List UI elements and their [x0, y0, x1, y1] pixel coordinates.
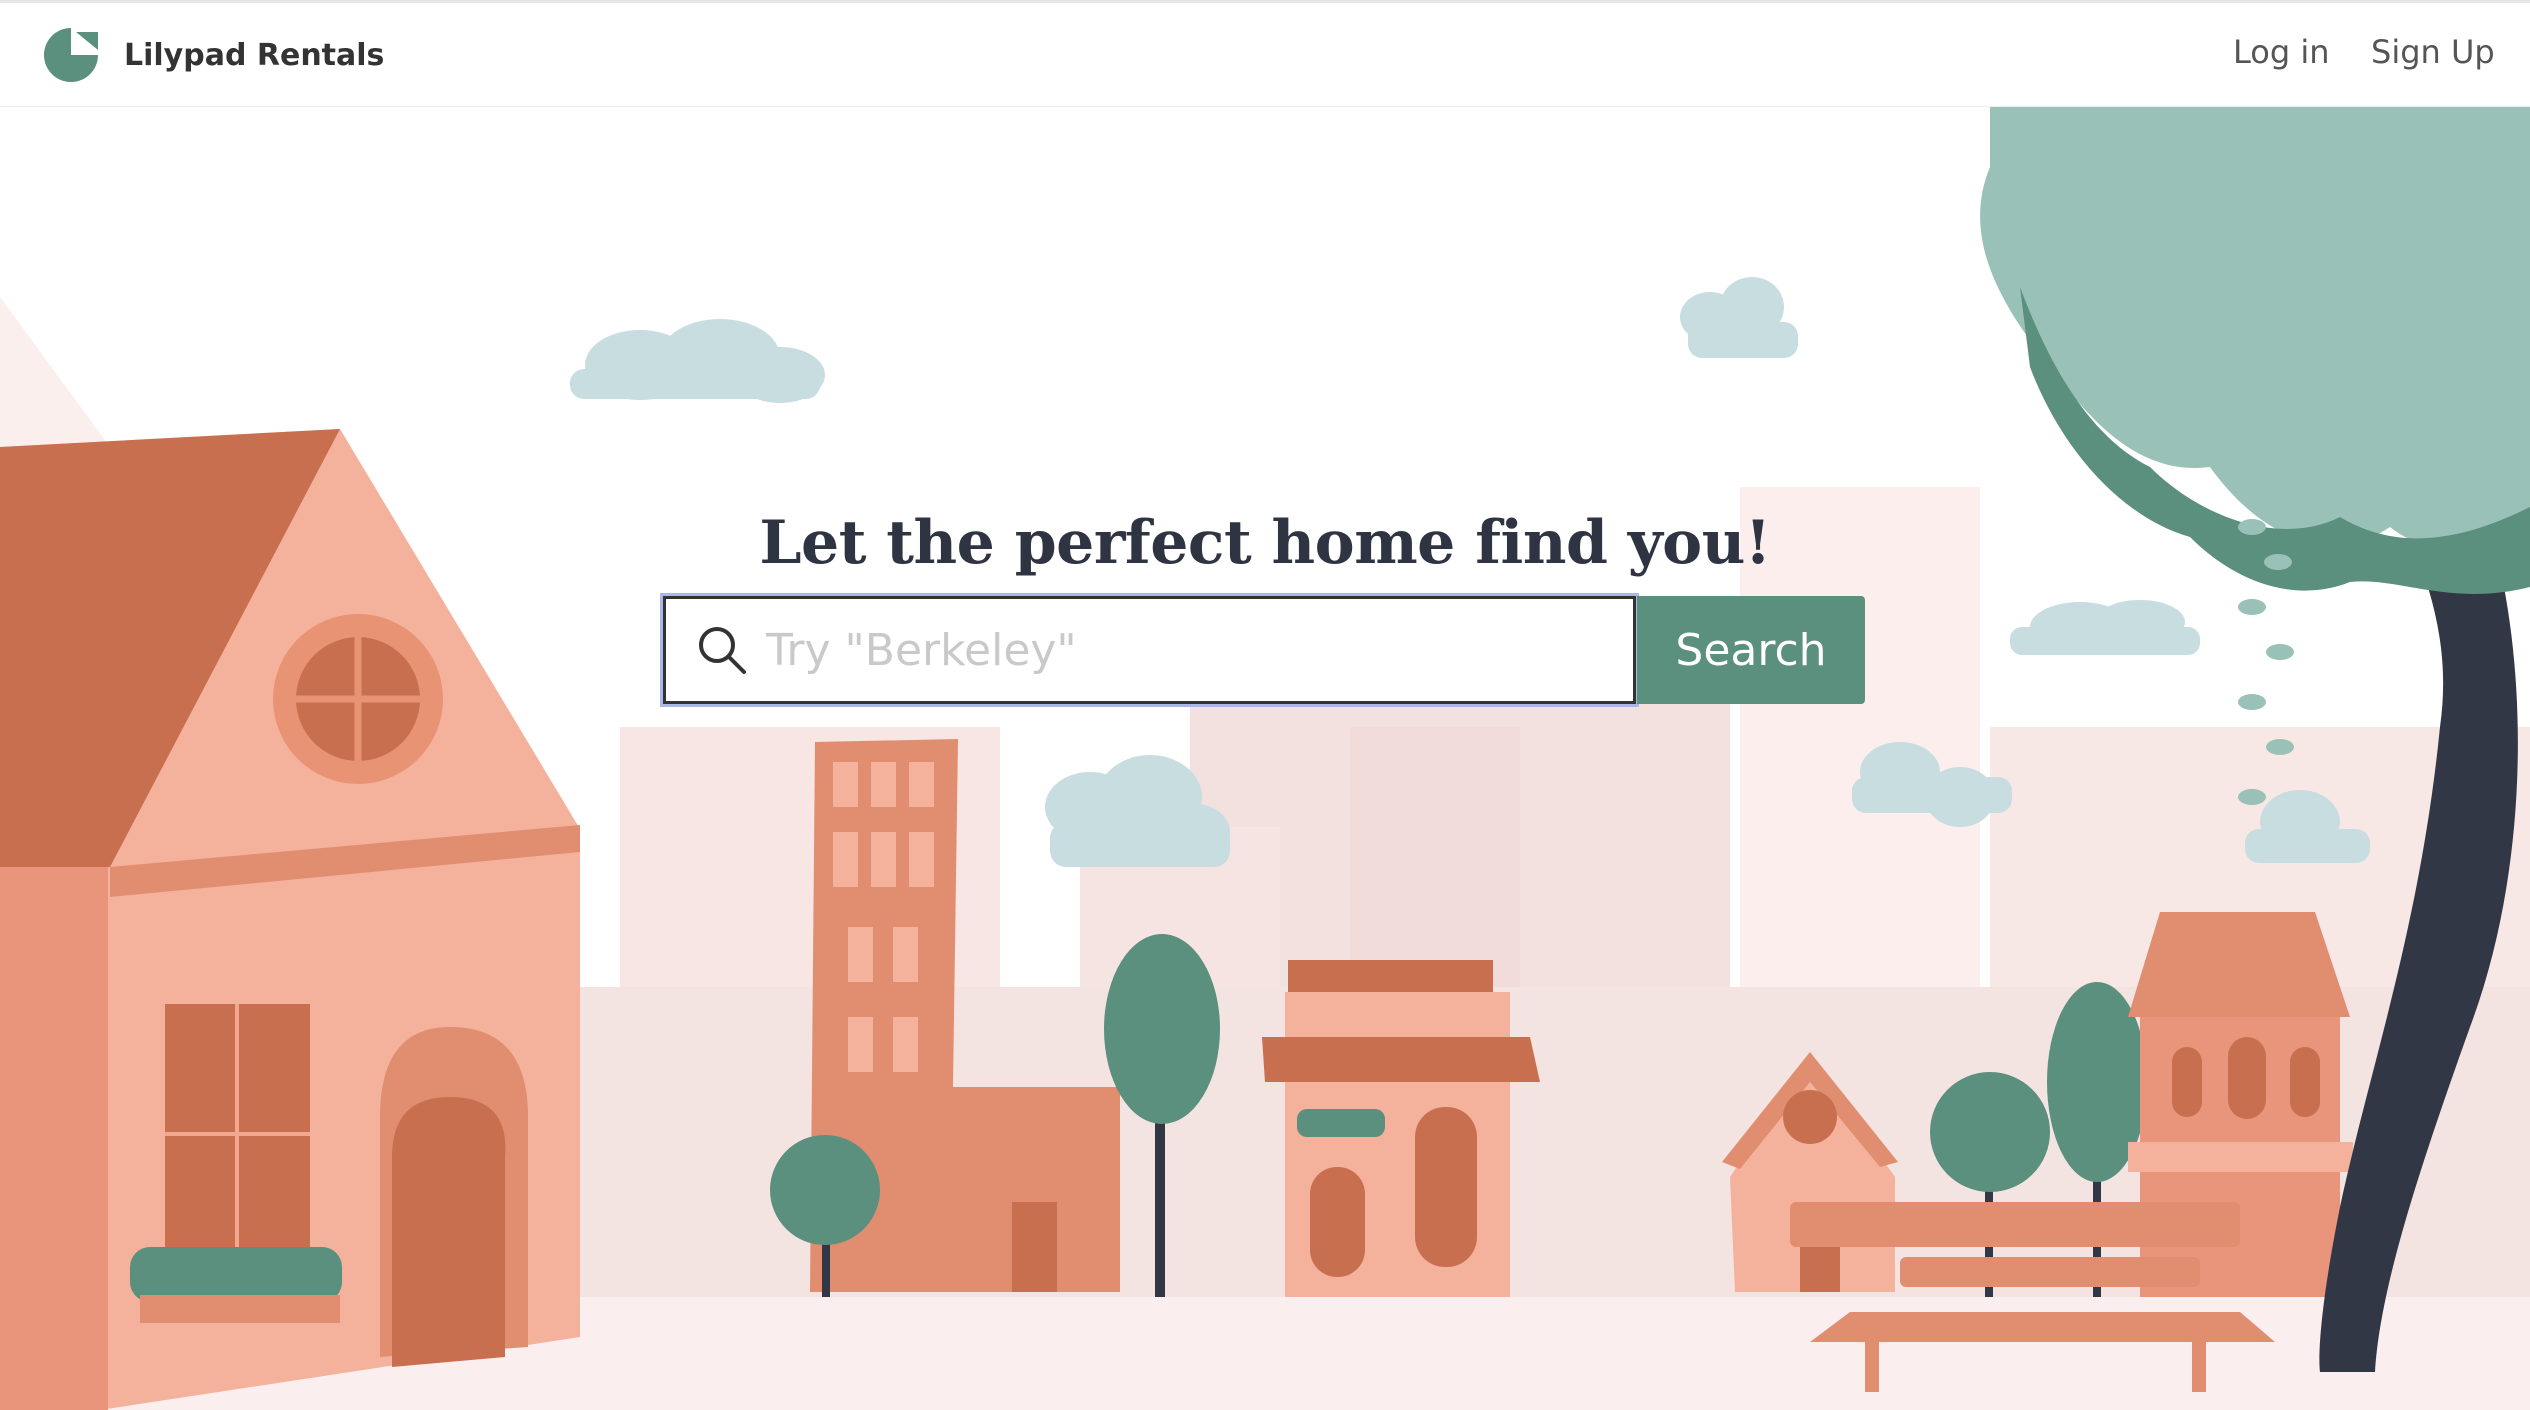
search-box[interactable]	[663, 596, 1636, 704]
brand[interactable]: Lilypad Rentals	[40, 25, 384, 85]
cloud	[2010, 600, 2200, 655]
search-input[interactable]	[764, 604, 1633, 696]
signup-link[interactable]: Sign Up	[2371, 33, 2495, 71]
brand-name: Lilypad Rentals	[124, 37, 385, 73]
top-navigation-bar: Lilypad Rentals Log in Sign Up	[0, 0, 2530, 107]
login-link[interactable]: Log in	[2233, 33, 2330, 71]
cloud	[570, 319, 825, 403]
search-icon	[699, 627, 746, 674]
cloud	[1680, 277, 1798, 358]
lilypad-leaf-icon	[44, 28, 98, 82]
hero-illustration	[0, 107, 2530, 1410]
hero-headline: Let the perfect home find you!	[759, 508, 1771, 579]
shop-building	[1262, 960, 1540, 1297]
search-button[interactable]: Search	[1637, 596, 1865, 704]
